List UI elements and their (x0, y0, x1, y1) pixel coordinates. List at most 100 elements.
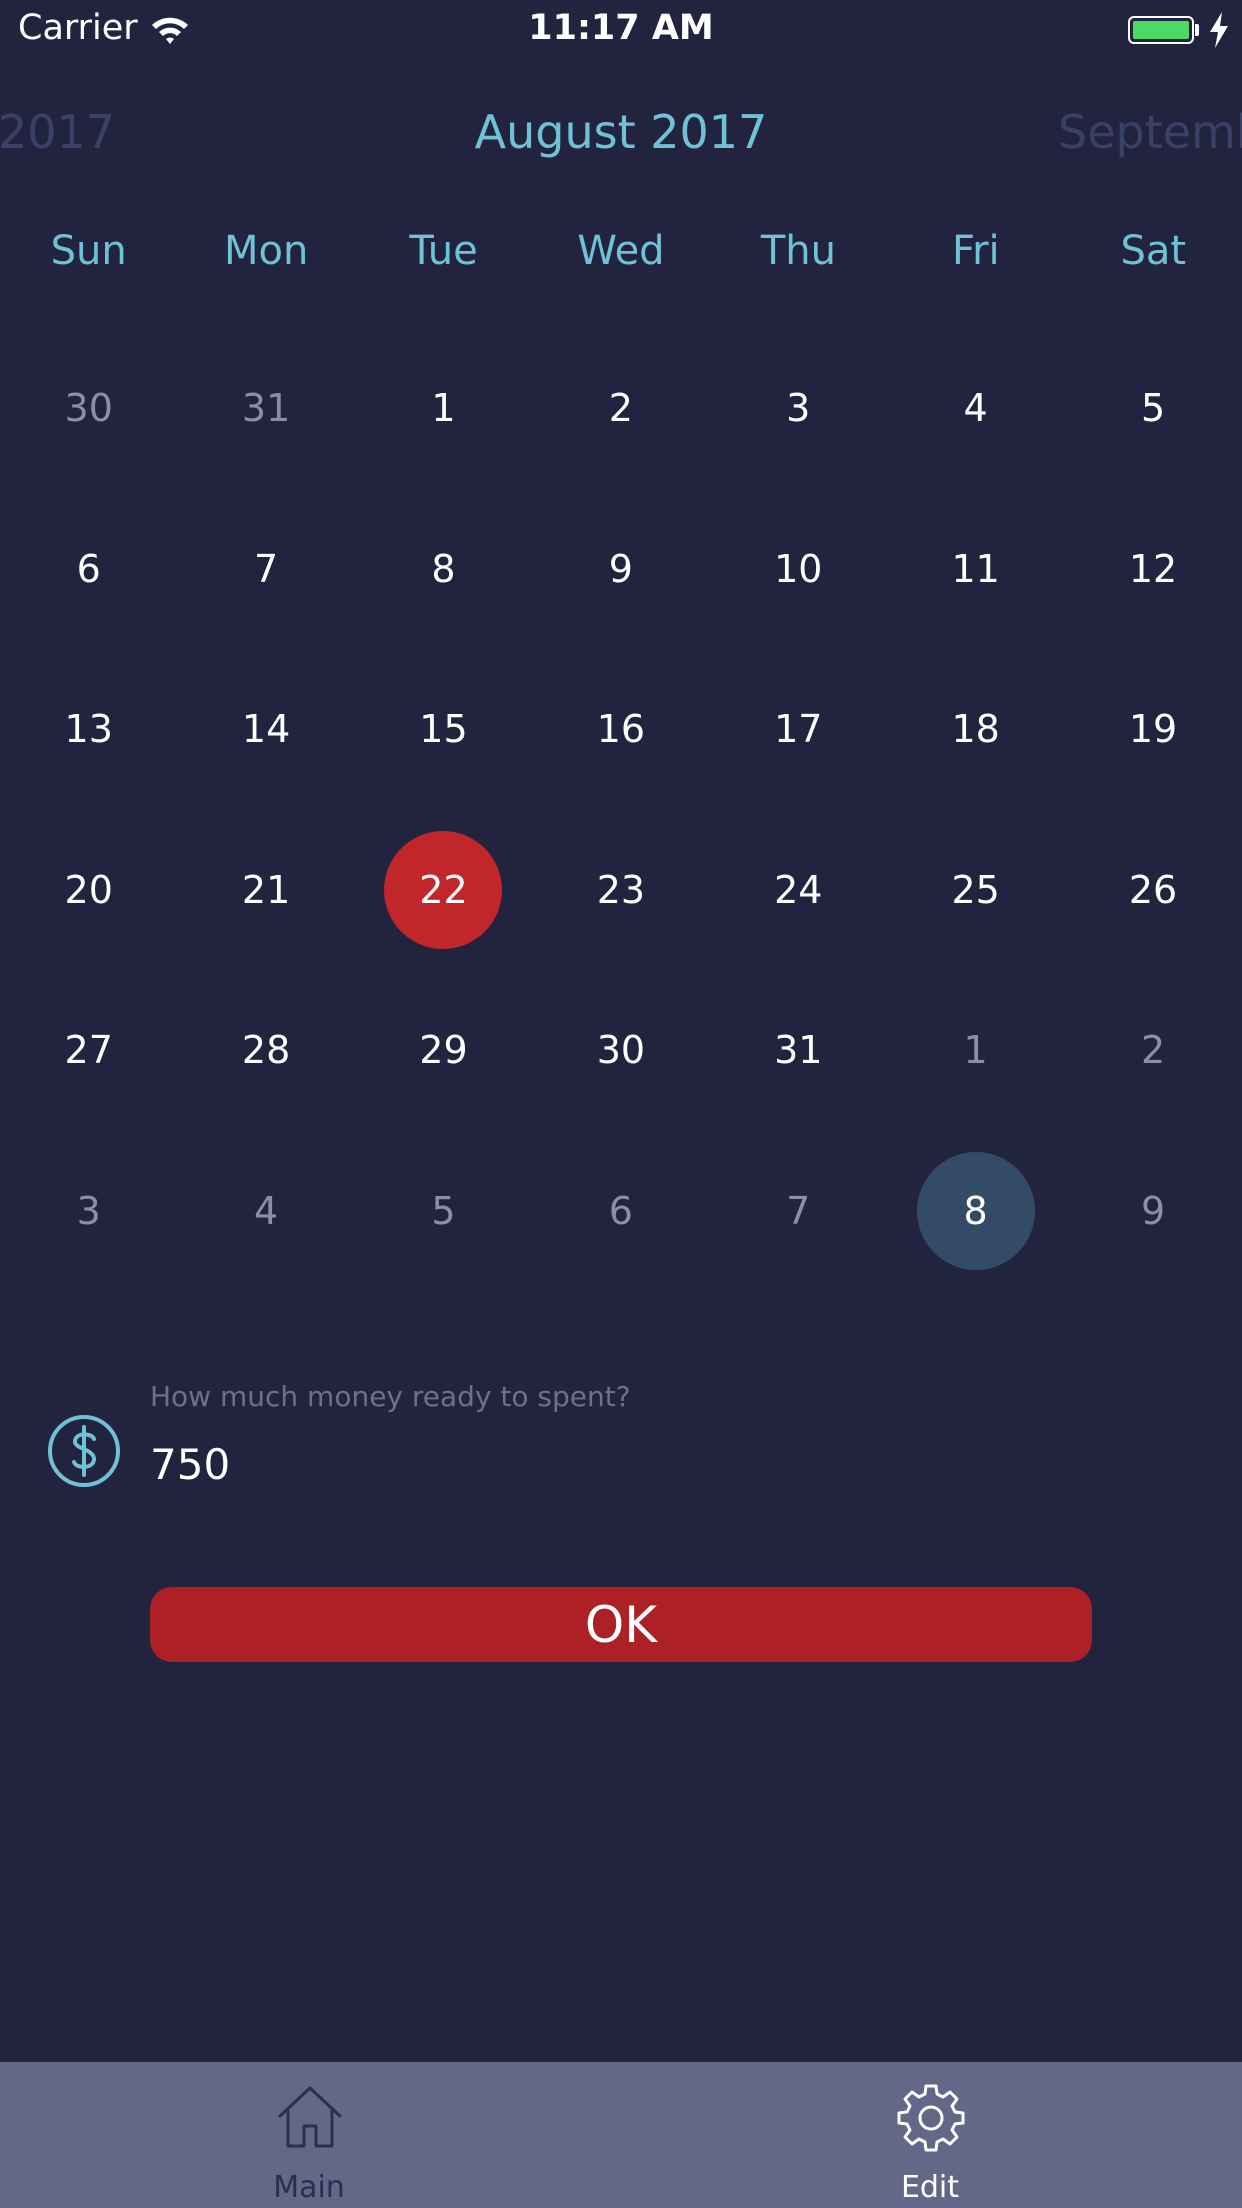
calendar-day-number: 6 (76, 546, 101, 591)
calendar-day[interactable]: 1 (355, 328, 532, 489)
calendar-day-selected[interactable]: 8 (887, 1131, 1064, 1292)
calendar-day-number: 3 (786, 386, 811, 431)
status-time: 11:17 AM (528, 8, 714, 48)
calendar-day-number: 29 (419, 1028, 468, 1073)
calendar-day-today[interactable]: 22 (355, 810, 532, 971)
tab-edit[interactable]: Edit (780, 2062, 1080, 2208)
calendar-day-number: 15 (419, 707, 468, 752)
weekday-thu: Thu (760, 228, 836, 274)
calendar-day[interactable]: 27 (0, 970, 177, 1131)
charging-bolt-icon (1210, 12, 1228, 48)
calendar-day[interactable]: 26 (1064, 810, 1241, 971)
calendar-day-number: 25 (951, 867, 1000, 912)
calendar-day[interactable]: 18 (887, 649, 1064, 810)
money-amount-input[interactable] (150, 1440, 1050, 1489)
weekday-header: Sun Mon Tue Wed Thu Fri Sat (0, 228, 1242, 288)
calendar-day[interactable]: 7 (710, 1131, 887, 1292)
calendar-grid: 30 31 1 2 3 4 5 6 7 8 9 10 11 12 13 14 15 16 17 18 19 20 21 22 2… (0, 328, 1242, 1291)
calendar-day[interactable]: 3 (710, 328, 887, 489)
calendar-day[interactable]: 5 (1064, 328, 1241, 489)
weekday-sun: Sun (50, 228, 127, 274)
calendar-day-number: 16 (596, 707, 646, 752)
calendar-day-number: 4 (253, 1188, 279, 1233)
calendar-day[interactable]: 2 (1064, 970, 1241, 1131)
weekday-sat: Sat (1120, 228, 1187, 274)
calendar-day-number: 21 (241, 867, 291, 912)
weekday-tue: Tue (409, 228, 478, 274)
calendar-day-number: 24 (774, 867, 823, 912)
calendar-day[interactable]: 3 (0, 1131, 177, 1292)
calendar-day[interactable]: 14 (177, 649, 354, 810)
calendar-day[interactable]: 6 (532, 1131, 709, 1292)
calendar-day[interactable]: 16 (532, 649, 709, 810)
calendar-day-number: 22 (419, 867, 468, 912)
calendar-day-number: 7 (253, 546, 279, 591)
calendar-day[interactable]: 28 (177, 970, 354, 1131)
calendar-day-number: 31 (774, 1028, 823, 1073)
calendar-day[interactable]: 8 (355, 489, 532, 650)
calendar-day-number: 2 (1140, 1028, 1166, 1073)
calendar-day[interactable]: 31 (177, 328, 354, 489)
calendar-day[interactable]: 24 (710, 810, 887, 971)
calendar-day[interactable]: 30 (532, 970, 709, 1131)
calendar-day-number: 10 (774, 546, 823, 591)
calendar-day[interactable]: 2 (532, 328, 709, 489)
calendar-day-number: 1 (963, 1028, 988, 1073)
calendar-day[interactable]: 21 (177, 810, 354, 971)
calendar-day[interactable]: 7 (177, 489, 354, 650)
calendar-day[interactable]: 31 (710, 970, 887, 1131)
calendar-day-number: 30 (596, 1028, 646, 1073)
month-switcher[interactable]: 2017 August 2017 Septemb (0, 105, 1242, 185)
weekday-fri: Fri (951, 228, 1000, 274)
calendar-day[interactable]: 4 (887, 328, 1064, 489)
calendar-day-number: 26 (1128, 867, 1178, 912)
tab-main[interactable]: Main (159, 2062, 459, 2208)
tab-bar: Main Edit (0, 2062, 1242, 2208)
calendar-day-number: 31 (241, 386, 291, 431)
calendar-day[interactable]: 9 (1064, 1131, 1241, 1292)
calendar-day[interactable]: 13 (0, 649, 177, 810)
calendar-day-number: 8 (431, 546, 456, 591)
tab-edit-label: Edit (900, 2170, 960, 2205)
dollar-circle-icon (48, 1415, 120, 1487)
calendar-day-number: 28 (241, 1028, 291, 1073)
ok-button[interactable]: OK (150, 1587, 1092, 1662)
calendar-day[interactable]: 4 (177, 1131, 354, 1292)
calendar-day-number: 6 (608, 1188, 633, 1233)
tab-main-label: Main (273, 2170, 345, 2205)
calendar-day[interactable]: 11 (887, 489, 1064, 650)
calendar-day-number: 2 (608, 386, 633, 431)
calendar-day[interactable]: 30 (0, 328, 177, 489)
calendar-day[interactable]: 5 (355, 1131, 532, 1292)
calendar-day[interactable]: 6 (0, 489, 177, 650)
calendar-day-number: 20 (64, 867, 113, 912)
calendar-day[interactable]: 19 (1064, 649, 1241, 810)
home-icon (278, 2086, 342, 2148)
calendar-day-number: 14 (241, 707, 291, 752)
calendar-day[interactable]: 12 (1064, 489, 1241, 650)
next-month-label[interactable]: Septemb (1058, 105, 1242, 159)
calendar-day[interactable]: 10 (710, 489, 887, 650)
calendar-day[interactable]: 9 (532, 489, 709, 650)
calendar-day[interactable]: 25 (887, 810, 1064, 971)
calendar-day[interactable]: 1 (887, 970, 1064, 1131)
calendar-day[interactable]: 29 (355, 970, 532, 1131)
calendar-day-number: 17 (774, 707, 823, 752)
calendar-day-number: 7 (786, 1188, 811, 1233)
calendar-day-number: 9 (1140, 1188, 1166, 1233)
calendar-day-number: 12 (1128, 546, 1178, 591)
calendar-day[interactable]: 23 (532, 810, 709, 971)
calendar-day-number: 23 (596, 867, 646, 912)
weekday-mon: Mon (223, 228, 309, 274)
money-field-label: How much money ready to spent? (150, 1380, 631, 1413)
current-month-title: August 2017 (474, 105, 768, 159)
calendar-day-number: 13 (64, 707, 113, 752)
calendar-day[interactable]: 20 (0, 810, 177, 971)
calendar-day[interactable]: 17 (710, 649, 887, 810)
calendar-day-number: 4 (963, 386, 988, 431)
battery-icon (1128, 16, 1194, 44)
calendar-day-number: 5 (1140, 386, 1166, 431)
calendar-day[interactable]: 15 (355, 649, 532, 810)
calendar-day-number: 9 (608, 546, 633, 591)
gear-icon (897, 2084, 965, 2152)
